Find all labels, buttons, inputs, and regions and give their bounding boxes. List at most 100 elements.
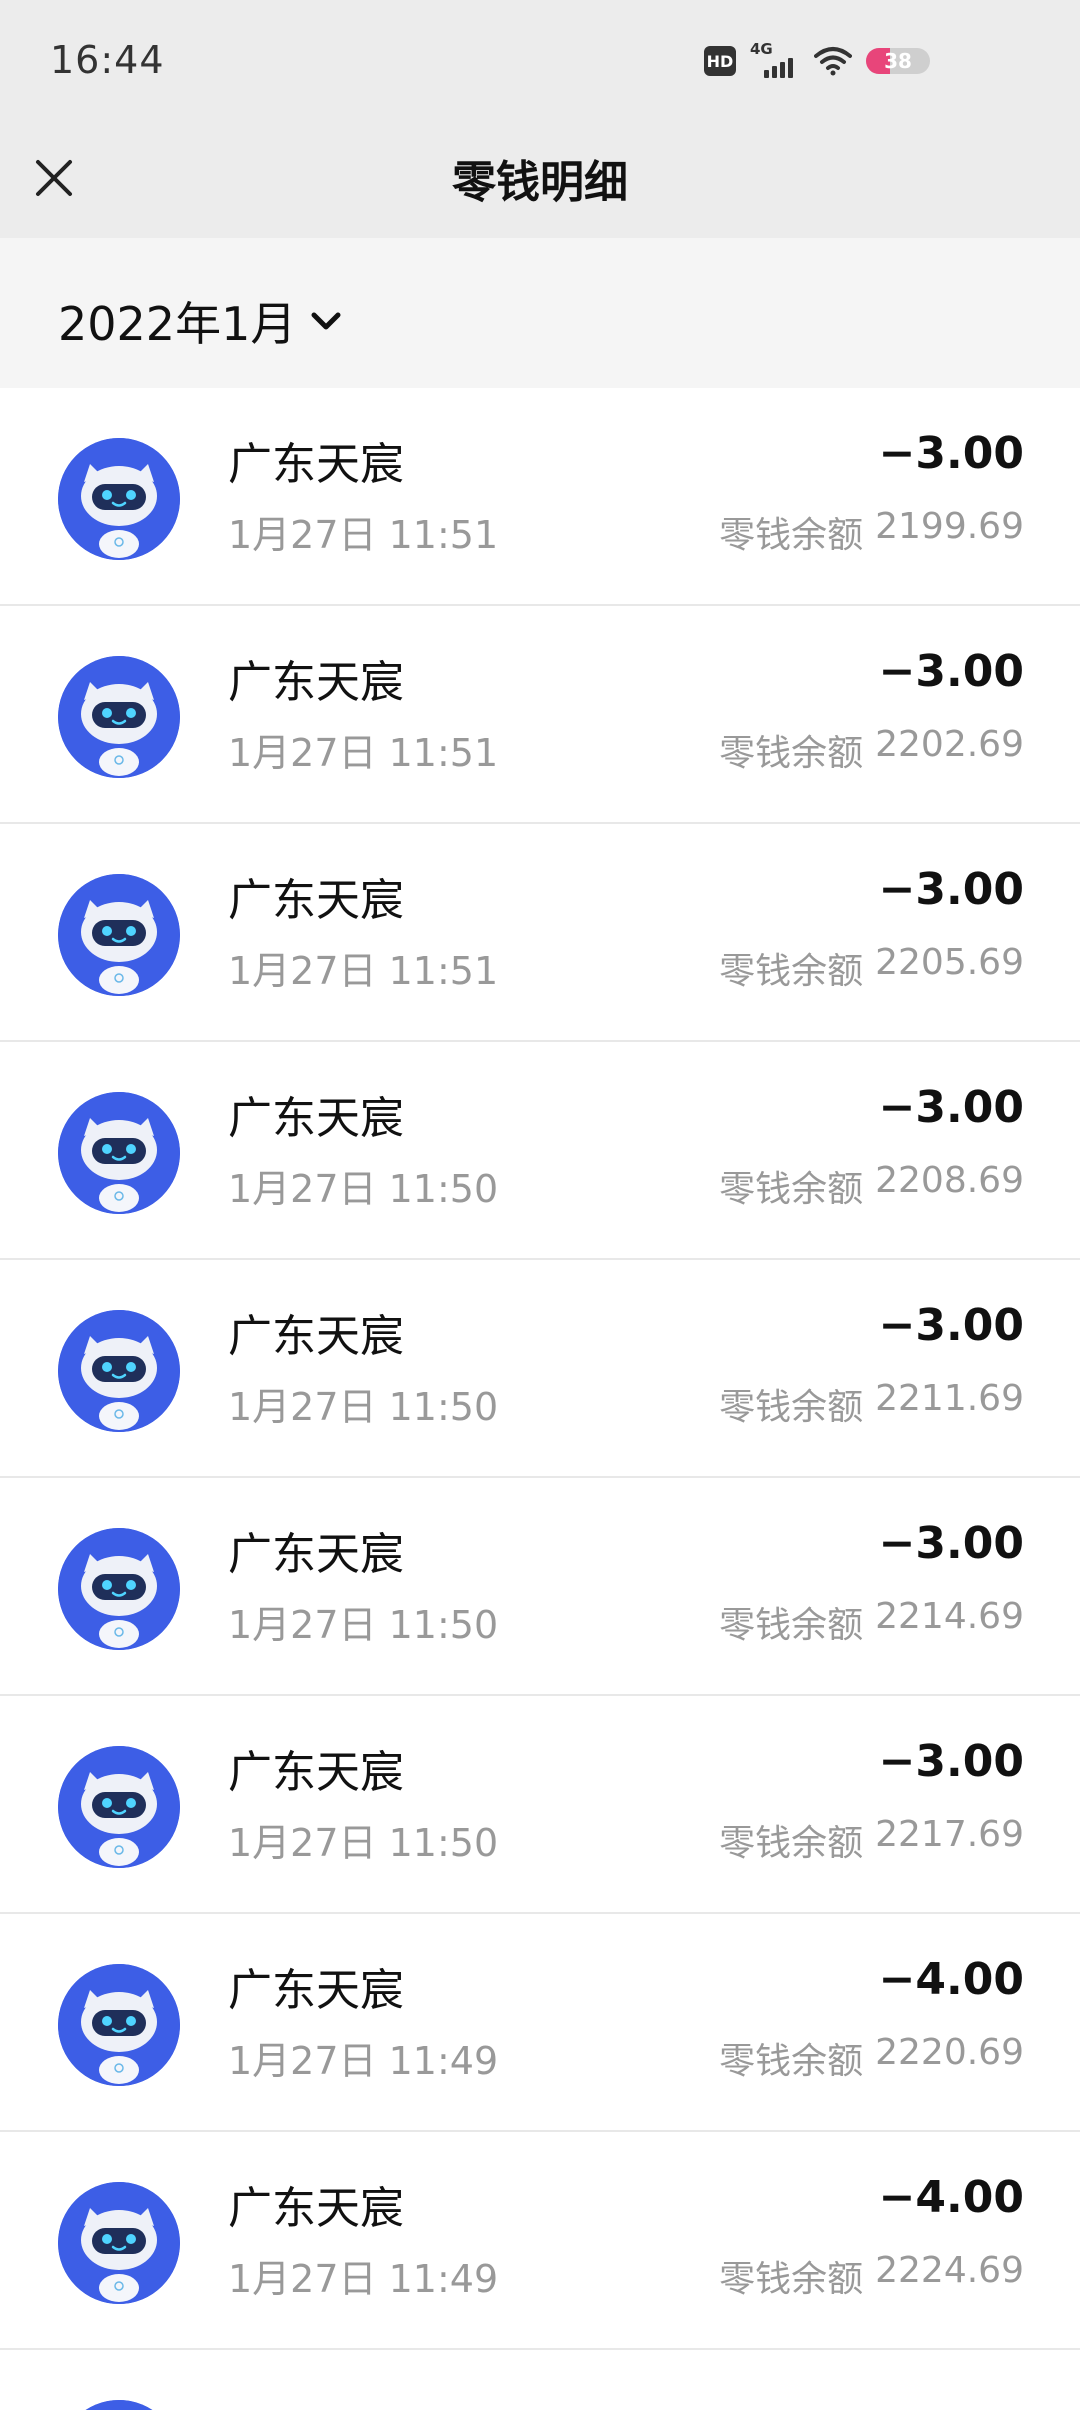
merchant-avatar [58,874,180,996]
chevron-down-icon [311,312,341,330]
hd-icon: HD [704,46,736,76]
robot-avatar-icon [58,874,180,996]
balance-info: 零钱余额 2211.69 [719,1378,1024,1430]
merchant-avatar [58,2400,180,2410]
balance-info: 零钱余额 2224.69 [719,2250,1024,2302]
balance-value: 2214.69 [875,1596,1024,1637]
transaction-amount: −3.00 [878,1736,1024,1787]
transaction-time: 1月27日 11:49 [228,2257,499,2301]
balance-info: 零钱余额 2208.69 [719,1160,1024,1212]
merchant-name: 广东天宸 [228,439,404,490]
transaction-time: 1月27日 11:51 [228,949,499,993]
balance-value: 2208.69 [875,1160,1024,1201]
balance-info: 零钱余额 2205.69 [719,942,1024,994]
balance-info: 零钱余额 2199.69 [719,506,1024,558]
transaction-time: 1月27日 11:50 [228,1603,499,1647]
balance-info: 零钱余额 2214.69 [719,1596,1024,1648]
balance-info: 零钱余额 2220.69 [719,2032,1024,2084]
robot-avatar-icon [85,2400,153,2410]
robot-avatar-icon [58,1310,180,1432]
balance-label: 零钱余额 [719,951,864,992]
balance-value: 2202.69 [875,724,1024,765]
transaction-amount: −3.00 [878,1518,1024,1569]
merchant-name: 广东天宸 [228,1093,404,1144]
robot-avatar-icon [58,2182,180,2304]
title-bar: 零钱明细 [0,128,1080,238]
month-label: 2022年1月 [58,297,297,351]
transaction-row[interactable]: 广东天宸 1月27日 11:50 −3.00 零钱余额 2211.69 [0,1260,1080,1478]
robot-avatar-icon [58,438,180,560]
transaction-amount: −3.00 [878,428,1024,479]
merchant-name: 广东天宸 [228,1529,404,1580]
transaction-row[interactable]: 广东天宸 1月27日 11:51 −3.00 零钱余额 2205.69 [0,824,1080,1042]
merchant-avatar [58,1746,180,1868]
balance-label: 零钱余额 [719,733,864,774]
balance-info: 零钱余额 2217.69 [719,1814,1024,1866]
merchant-avatar [58,1964,180,2086]
merchant-avatar [58,438,180,560]
robot-avatar-icon [58,656,180,778]
wifi-icon [814,47,852,76]
transaction-amount: −3.00 [878,864,1024,915]
transaction-row[interactable]: 广东天宸 1月27日 11:49 −4.00 零钱余额 2224.69 [0,2132,1080,2350]
transaction-time: 1月27日 11:51 [228,731,499,775]
balance-value: 2205.69 [875,942,1024,983]
balance-value: 2199.69 [875,506,1024,547]
transaction-list: 广东天宸 1月27日 11:51 −3.00 零钱余额 2199.69 广东天宸 1月27… [0,388,1080,2410]
balance-label: 零钱余额 [719,2259,864,2300]
transaction-time: 1月27日 11:50 [228,1167,499,1211]
balance-info: 零钱余额 2202.69 [719,724,1024,776]
balance-label: 零钱余额 [719,1169,864,1210]
merchant-avatar [58,1528,180,1650]
balance-label: 零钱余额 [719,515,864,556]
page-title: 零钱明细 [452,157,628,208]
transaction-row[interactable]: 广东天宸 1月27日 11:50 −3.00 零钱余额 2217.69 [0,1696,1080,1914]
merchant-name: 广东天宸 [228,1965,404,2016]
balance-value: 2224.69 [875,2250,1024,2291]
transaction-amount: −3.00 [878,1300,1024,1351]
battery-percentage: 38 [884,49,912,73]
status-icons: HD 4G 38 [704,40,930,78]
transaction-time: 1月27日 11:50 [228,1385,499,1429]
transaction-amount: −4.00 [878,1954,1024,2005]
transaction-row[interactable]: 广东天宸 1月27日 11:51 −3.00 零钱余额 2199.69 [0,388,1080,606]
balance-label: 零钱余额 [719,1605,864,1646]
balance-value: 2211.69 [875,1378,1024,1419]
robot-avatar-icon [58,1964,180,2086]
merchant-avatar [58,1092,180,1214]
month-selector[interactable]: 2022年1月 [58,288,342,354]
transaction-row[interactable]: 广东天宸 1月27日 11:50 −3.00 零钱余额 2214.69 [0,1478,1080,1696]
merchant-name: 广东天宸 [228,2183,404,2234]
transaction-amount: −4.00 [878,2172,1024,2223]
robot-avatar-icon [58,1528,180,1650]
transaction-amount: −3.00 [878,1082,1024,1133]
transaction-row-partial[interactable] [0,2350,1080,2410]
merchant-avatar [58,2182,180,2304]
transaction-time: 1月27日 11:51 [228,513,499,557]
status-time: 16:44 [50,38,165,82]
transaction-row[interactable]: 广东天宸 1月27日 11:51 −3.00 零钱余额 2202.69 [0,606,1080,824]
merchant-name: 广东天宸 [228,875,404,926]
merchant-name: 广东天宸 [228,657,404,708]
month-filter-bar: 2022年1月 [0,238,1080,388]
transaction-time: 1月27日 11:50 [228,1821,499,1865]
robot-avatar-icon [58,1092,180,1214]
balance-value: 2220.69 [875,2032,1024,2073]
battery-icon: 38 [866,48,930,74]
status-bar: 16:44 HD 4G 38 [0,0,1080,128]
cellular-signal-icon: 4G [750,40,800,78]
merchant-avatar [58,1310,180,1432]
transaction-row[interactable]: 广东天宸 1月27日 11:50 −3.00 零钱余额 2208.69 [0,1042,1080,1260]
balance-label: 零钱余额 [719,1387,864,1428]
network-type-label: 4G [750,40,773,58]
balance-label: 零钱余额 [719,2041,864,2082]
transaction-row[interactable]: 广东天宸 1月27日 11:49 −4.00 零钱余额 2220.69 [0,1914,1080,2132]
merchant-name: 广东天宸 [228,1747,404,1798]
robot-avatar-icon [58,1746,180,1868]
transaction-time: 1月27日 11:49 [228,2039,499,2083]
merchant-name: 广东天宸 [228,1311,404,1362]
balance-value: 2217.69 [875,1814,1024,1855]
transaction-amount: −3.00 [878,646,1024,697]
balance-label: 零钱余额 [719,1823,864,1864]
merchant-avatar [58,656,180,778]
